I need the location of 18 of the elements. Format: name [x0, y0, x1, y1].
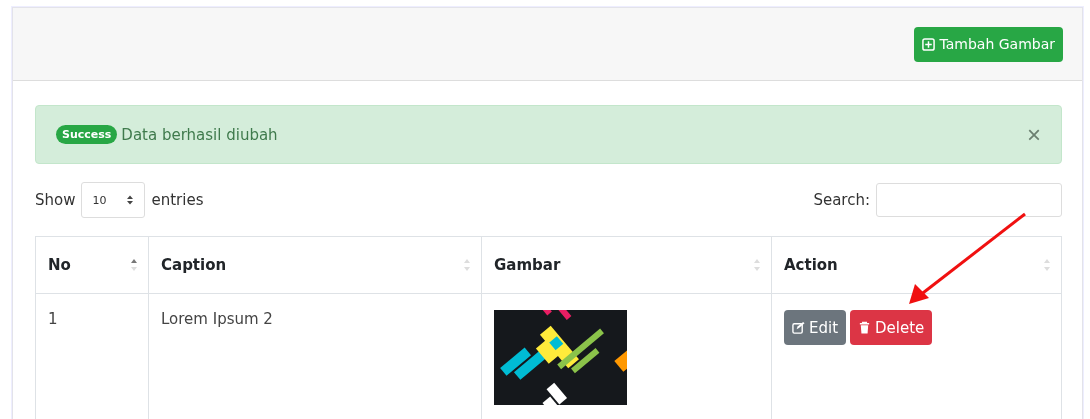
- table-cell: 1: [35, 293, 149, 419]
- show-label: Show: [35, 191, 76, 209]
- plus-square-icon: [922, 37, 936, 51]
- search-field[interactable]: [876, 183, 1062, 217]
- edit-button[interactable]: Edit: [784, 310, 847, 345]
- column-header[interactable]: No: [35, 236, 149, 294]
- column-header[interactable]: Gambar: [481, 236, 772, 294]
- alert-message: Data berhasil diubah: [121, 125, 279, 144]
- search-label: Search:: [813, 191, 870, 209]
- entries-label: entries: [151, 191, 204, 209]
- entries-select[interactable]: 10: [81, 182, 146, 218]
- delete-button[interactable]: Delete: [850, 310, 933, 345]
- column-header[interactable]: Caption: [148, 236, 482, 294]
- edit-icon: [792, 321, 805, 334]
- column-header[interactable]: Action: [771, 236, 1062, 294]
- status-badge: Success: [56, 125, 118, 144]
- updown-icon: [126, 194, 135, 206]
- trash-icon: [858, 321, 872, 334]
